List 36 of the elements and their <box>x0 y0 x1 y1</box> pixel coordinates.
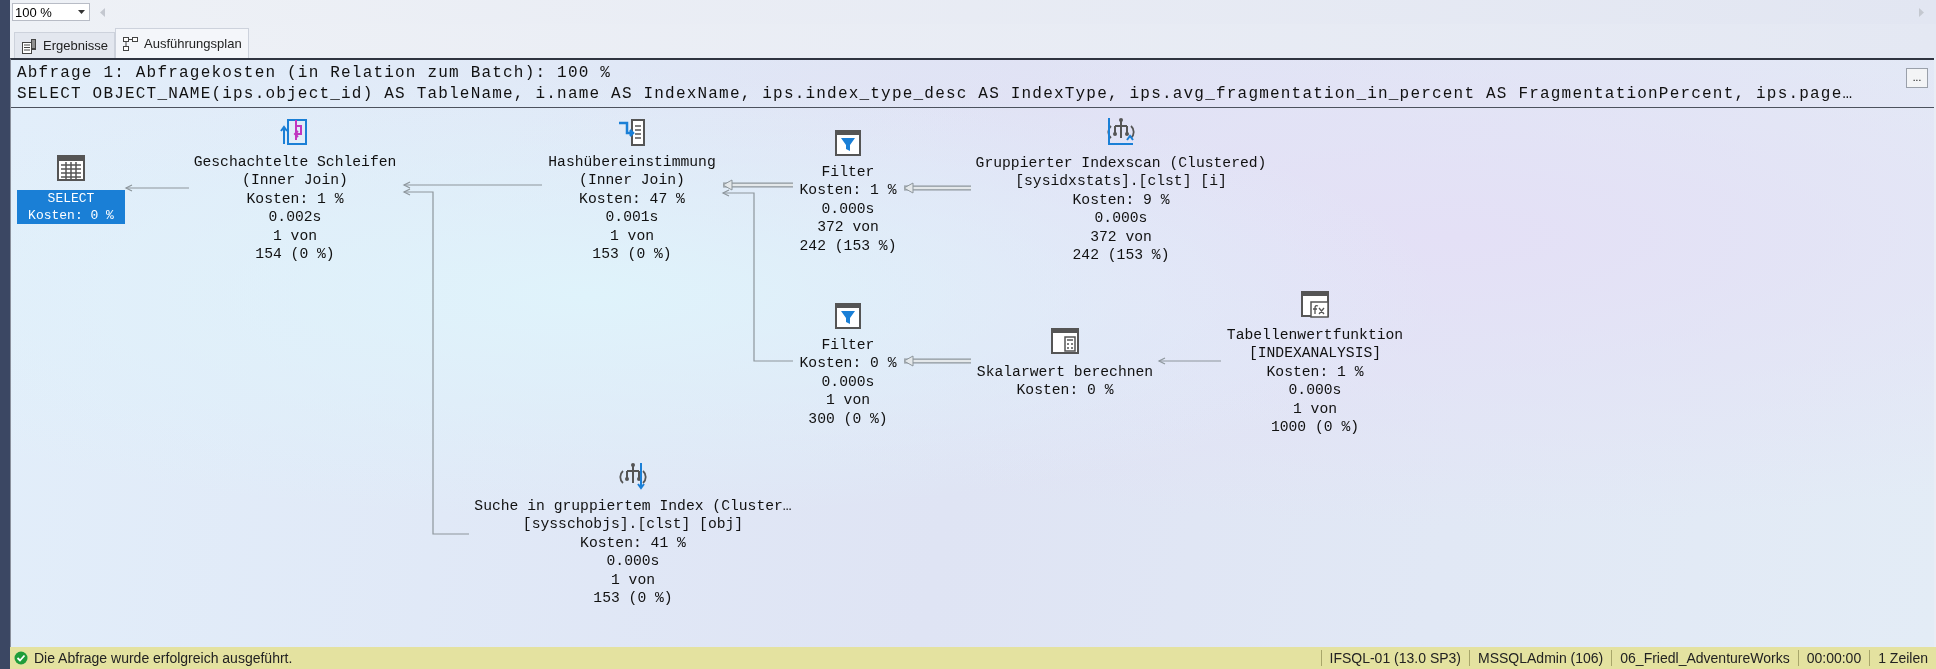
connector-arrow <box>903 355 971 367</box>
duration-text: 00:00:00 <box>1797 650 1870 666</box>
query-cost-text: Abfrage 1: Abfragekosten (in Relation zum Batch): 100 % <box>17 63 613 84</box>
funnel-icon[interactable] <box>832 300 864 332</box>
plan-node-label[interactable]: Gruppierter Indexscan (Clustered) [sysidxstats].[clst] [i] Kosten: 9 % 0.000s 372 von 242 (153 %) <box>973 154 1269 265</box>
connector-arrow <box>1157 357 1222 365</box>
plan-node-label[interactable]: Tabellenwertfunktion [INDEXANALYSIS] Kosten: 1 % 0.000s 1 von 1000 (0 %) <box>1224 326 1406 437</box>
more-button[interactable]: ... <box>1906 68 1928 88</box>
check-icon <box>14 651 28 665</box>
flowchart-icon <box>122 35 139 52</box>
database-name: 06_Friedl_AdventureWorks <box>1611 650 1798 666</box>
user-name: MSSQLAdmin (106) <box>1469 650 1612 666</box>
connector-arrow <box>903 182 971 194</box>
tree-icon[interactable] <box>1105 116 1137 148</box>
plan-node-label[interactable]: Geschachtelte Schleifen (Inner Join) Kosten: 1 % 0.002s 1 von 154 (0 %) <box>191 153 399 264</box>
tab[interactable]: Ergebnisse <box>14 32 116 58</box>
grid-icon[interactable] <box>55 152 87 184</box>
funnel-icon[interactable] <box>832 127 864 159</box>
plan-node-label[interactable]: Hashübereinstimmung (Inner Join) Kosten: 47 % 0.001s 1 von 153 (0 %) <box>546 153 718 264</box>
tab[interactable]: Ausführungsplan <box>115 28 249 58</box>
plan-node-label[interactable]: Skalarwert berechnen Kosten: 0 % <box>974 363 1156 400</box>
plan-node-label[interactable]: SELECT Kosten: 0 % <box>17 190 125 224</box>
caret-icon <box>78 10 85 14</box>
grid-document-icon <box>21 37 37 54</box>
server-name: IFSQL-01 (13.0 SP3) <box>1320 650 1469 666</box>
status-message: Die Abfrage wurde erfolgreich ausgeführt. <box>34 650 293 666</box>
list-arrow-icon[interactable] <box>616 117 648 149</box>
plan-node-label[interactable]: Filter Kosten: 1 % 0.000s 372 von 242 (153 %) <box>797 163 899 256</box>
plan-node-label[interactable]: Filter Kosten: 0 % 0.000s 1 von 300 (0 %) <box>797 336 899 429</box>
calculator-icon[interactable] <box>1049 325 1081 357</box>
function-icon[interactable] <box>1299 289 1331 321</box>
zoom-dropdown[interactable]: 100 % <box>12 3 90 21</box>
row-count: 1 Zeilen <box>1869 650 1936 666</box>
connector-arrow <box>124 184 190 192</box>
sql-text: SELECT OBJECT_NAME(ips.object_id) AS TableName, i.name AS IndexName, ips.index_type_desc AS IndexType, ips.avg_fragmentation_in_percent AS FragmentationPercent, ips.page… <box>17 84 1855 105</box>
plan-node-label[interactable]: Suche in gruppiertem Index (Cluster… [sysschobjs].[clst] [obj] Kosten: 41 % 0.000s 1 von 153 (0 %) <box>472 497 794 608</box>
